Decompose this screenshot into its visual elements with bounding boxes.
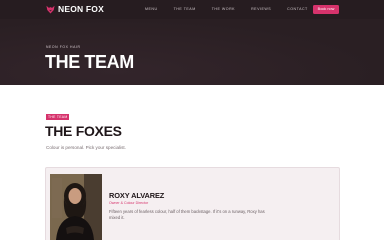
team-member-bio: Fifteen years of fearless colour, half o… (109, 209, 265, 221)
nav-link-menu[interactable]: MENU (145, 7, 158, 12)
hero-eyebrow: NEON FOX HAIR (46, 45, 81, 49)
hero-banner: NEON FOX HAIR THE TEAM (0, 19, 384, 85)
section-subtitle: Colour is personal. Pick your specialist… (46, 145, 126, 150)
nav-link-contact[interactable]: CONTACT (287, 7, 308, 12)
page-title: THE TEAM (45, 52, 134, 72)
nav-links: MENU THE TEAM THE WORK REVIEWS CONTACT (145, 7, 324, 12)
brand-name: NEON FOX (58, 4, 104, 14)
nav-link-the-team[interactable]: THE TEAM (174, 7, 196, 12)
section-title: THE FOXES (45, 123, 122, 139)
nav-link-reviews[interactable]: REVIEWS (251, 7, 271, 12)
fox-logo-icon (46, 5, 55, 14)
section-badge: THE TEAM (46, 114, 70, 120)
team-member-photo (50, 174, 102, 240)
nav-link-the-work[interactable]: THE WORK (212, 7, 235, 12)
team-member-name: ROXY ALVAREZ (109, 191, 165, 200)
team-member-role: Owner & Colour Director (109, 201, 149, 205)
book-now-button[interactable]: Book now (313, 5, 339, 14)
top-navigation: NEON FOX MENU THE TEAM THE WORK REVIEWS … (0, 0, 384, 19)
brand-logo[interactable]: NEON FOX (46, 4, 104, 15)
